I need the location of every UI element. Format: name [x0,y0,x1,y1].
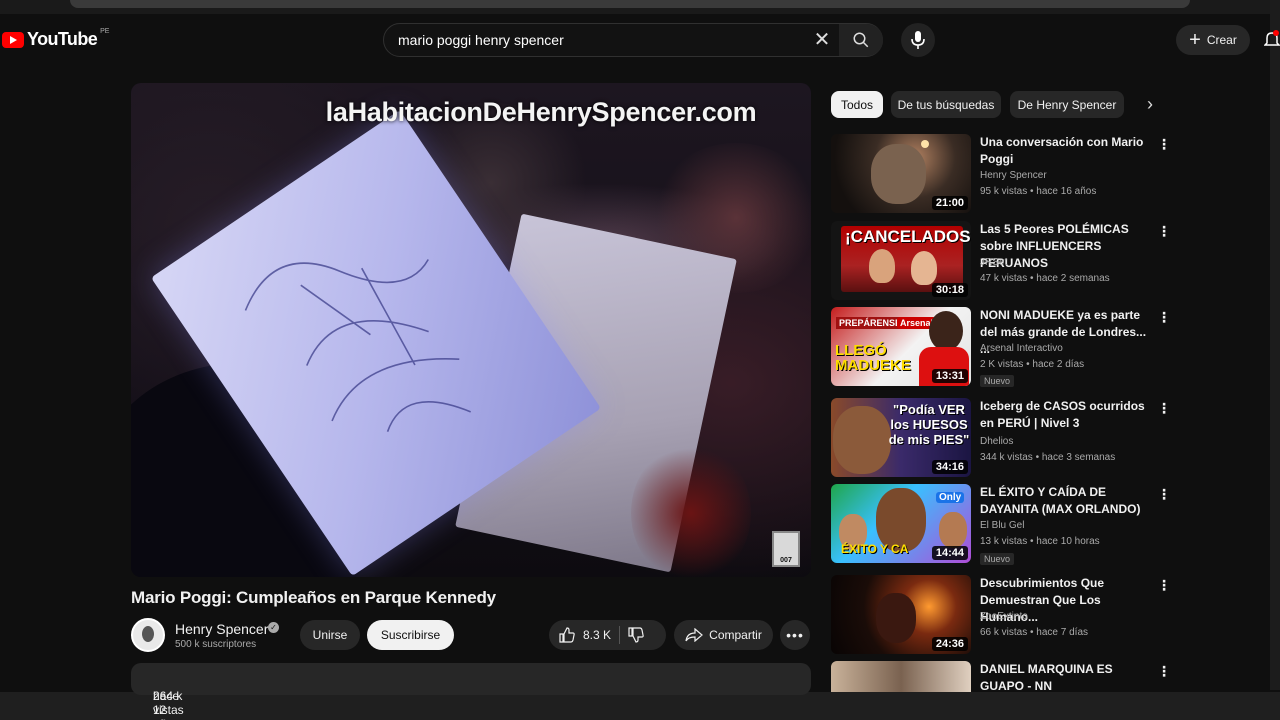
chevron-right-icon[interactable]: › [1140,94,1160,114]
country-code: PE [100,28,110,35]
more-options-icon[interactable]: ⋮ [1157,663,1171,679]
like-count: 8.3 K [583,628,612,642]
join-button[interactable]: Unirse [300,620,360,650]
recommendation-channel: ZooExtinto [980,611,1028,622]
upload-age: hace 12 años [153,689,180,720]
like-dislike-group: 8.3 K [549,620,666,650]
recommendation-item[interactable]: ¡CANCELADOS! 30:18 Las 5 Peores POLÉMICA… [831,221,1171,301]
recommendation-stats: 13 k vistas • hace 10 horas [980,536,1100,547]
more-actions-button[interactable]: ••• [780,620,810,650]
create-button[interactable]: + Crear [1176,25,1250,55]
channel-avatar[interactable] [131,618,165,652]
chip-todos[interactable]: Todos [831,91,883,118]
more-options-icon[interactable]: ⋮ [1157,486,1171,502]
new-badge: Nuevo [980,553,1015,565]
voice-search-button[interactable] [901,23,935,57]
notifications-bell-icon[interactable] [1263,30,1280,50]
new-badge: Nuevo [980,375,1015,387]
recommendation-stats: 344 k vistas • hace 3 semanas [980,452,1116,463]
bottom-strip [0,692,1280,720]
search-button[interactable] [839,24,883,56]
video-thumbnail[interactable]: 21:00 [831,134,971,213]
recommendation-title: DANIEL MARQUINA ES GUAPO - NN [980,662,1113,692]
chip-de-tus-busquedas[interactable]: De tus búsquedas [891,91,1001,118]
youtube-play-icon [2,31,24,48]
create-label: Crear [1206,33,1237,47]
search-icon [853,32,869,48]
more-options-icon[interactable]: ⋮ [1157,223,1171,239]
browser-tab-strip [70,0,1190,8]
search-input[interactable] [398,30,798,50]
recommendation-item[interactable]: "Podía VER los HUESOS de mis PIES" 34:16… [831,398,1171,478]
like-divider [619,626,621,644]
subscribe-button[interactable]: Suscribirse [367,620,454,650]
recommendation-channel: El Blu Gel [980,520,1025,531]
video-thumbnail[interactable]: PREPÁRENSE... Arsenal LLEGÓ MADUEKE 13:3… [831,307,971,386]
recommendation-item[interactable]: 24:36 Descubrimientos Que Demuestran Que… [831,575,1171,655]
recommendation-stats: 2 K vistas • hace 2 días [980,359,1085,370]
recommendation-item[interactable]: 21:00 Una conversación con Mario Poggi H… [831,134,1171,214]
duration-badge: 21:00 [931,196,968,210]
recommendation-stats: 47 k vistas • hace 2 semanas [980,273,1110,284]
video-thumbnail[interactable]: ¡CANCELADOS! 30:18 [831,221,971,300]
more-options-icon[interactable]: ⋮ [1157,577,1171,593]
plus-icon: + [1189,29,1201,51]
more-options-icon[interactable]: ⋮ [1157,400,1171,416]
channel-badge: 007 [772,531,800,567]
dislike-button[interactable] [628,627,644,643]
recommendation-item[interactable]: DANIEL MARQUINA ES GUAPO - NN ⋮ [831,661,1171,692]
chip-de-henry-spencer[interactable]: De Henry Spencer [1010,91,1124,118]
scrollbar[interactable] [1270,0,1280,690]
recommendation-channel: Arsenal Interactivo [980,343,1063,354]
video-title: Mario Poggi: Cumpleaños en Parque Kenned… [131,588,496,607]
thumbs-up-icon [559,627,575,643]
video-thumbnail[interactable]: 24:36 [831,575,971,654]
thumbnail-text: "Podía VER los HUESOS de mis PIES" [888,402,970,447]
recommendation-item[interactable]: PREPÁRENSE... Arsenal LLEGÓ MADUEKE 13:3… [831,307,1171,387]
share-label: Compartir [709,628,762,642]
thumbnail-text: ÉXITO Y CA [841,542,909,556]
clear-search-icon[interactable]: ✕ [812,30,832,51]
video-thumbnail[interactable] [831,661,971,692]
more-options-icon[interactable]: ⋮ [1157,136,1171,152]
thumbnail-text: LLEGÓ MADUEKE [835,342,911,374]
thumbs-down-icon [628,627,644,643]
more-options-icon[interactable]: ⋮ [1157,309,1171,325]
thumbnail-text: Only [936,492,965,503]
video-player[interactable]: laHabitacionDeHenrySpencer.com 007 [131,83,811,577]
recommendation-title: Una conversación con Mario Poggi [980,135,1144,166]
browser-top-bar [0,0,1280,14]
channel-name[interactable]: Henry Spencer [175,621,268,637]
duration-badge: 24:36 [931,637,968,651]
like-button[interactable]: 8.3 K [559,627,611,643]
thumbnail-text: ¡CANCELADOS! [845,227,971,246]
verified-check-icon: ✓ [268,622,279,633]
recommendation-channel: Henry Spencer [980,170,1047,181]
recommendation-title: EL ÉXITO Y CAÍDA DE DAYANITA (MAX ORLAND… [980,485,1141,516]
recommendation-stats: 66 k vistas • hace 7 días [980,627,1089,638]
recommendation-item[interactable]: Only ÉXITO Y CA 14:44 EL ÉXITO Y CAÍDA D… [831,484,1171,565]
youtube-logo[interactable]: YouTube PE [2,28,110,50]
microphone-icon [911,31,925,49]
share-button[interactable]: Compartir [674,620,773,650]
subscriber-count: 500 k suscriptores [175,639,257,650]
search-box: ✕ [383,23,883,57]
duration-badge: 14:44 [931,546,968,560]
duration-badge: 34:16 [931,460,968,474]
share-arrow-icon [685,628,704,642]
duration-badge: 13:31 [931,369,968,383]
logo-text: YouTube [27,29,98,49]
description-box[interactable]: 264 k vistas hace 12 años [131,663,811,720]
recommendation-channel: Dhelios [980,436,1014,447]
video-thumbnail[interactable]: Only ÉXITO Y CA 14:44 [831,484,971,563]
duration-badge: 30:18 [931,283,968,297]
video-thumbnail[interactable]: "Podía VER los HUESOS de mis PIES" 34:16 [831,398,971,477]
recommendation-channel: JRSet [980,257,1008,268]
recommendation-stats: 95 k vistas • hace 16 años [980,186,1097,197]
recommendation-title: Iceberg de CASOS ocurridos en PERÚ | Niv… [980,399,1145,430]
video-watermark: laHabitacionDeHenrySpencer.com [325,97,757,127]
